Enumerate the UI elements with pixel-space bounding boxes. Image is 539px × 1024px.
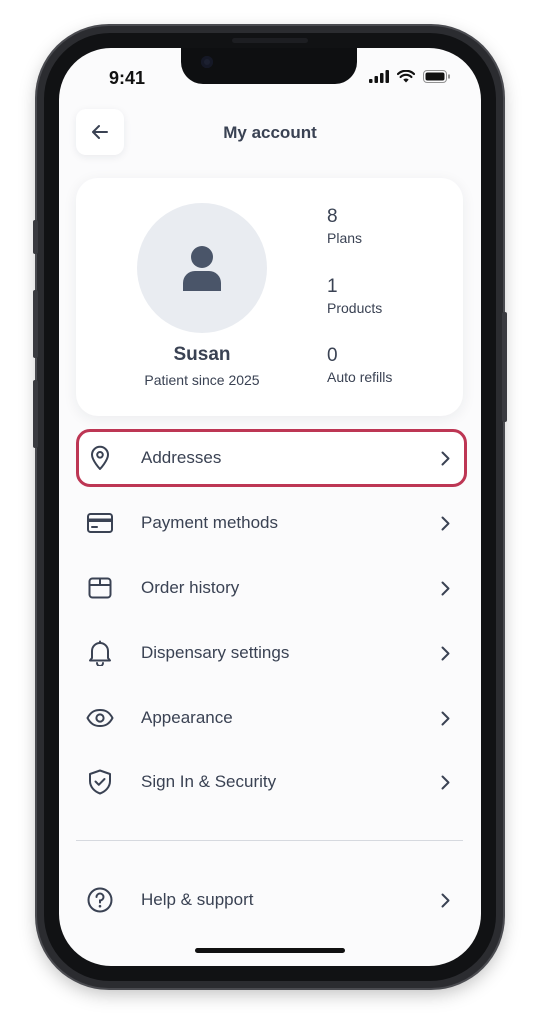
box-icon <box>86 574 114 602</box>
menu-item-order-history[interactable]: Order history <box>76 559 467 617</box>
eye-icon <box>86 704 114 732</box>
stat-label: Plans <box>327 230 363 246</box>
stat-label: Auto refills <box>327 369 393 385</box>
profile-name: Susan <box>173 344 231 365</box>
stat-plans: 8 Plans <box>327 206 362 246</box>
cellular-signal-icon <box>369 70 389 83</box>
camera-icon <box>201 56 213 68</box>
chevron-right-icon <box>437 774 453 790</box>
chevron-right-icon <box>437 645 453 661</box>
section-divider <box>76 840 463 841</box>
notch <box>181 48 357 84</box>
app-screen: 9:41 My account Susan Patient since 2025… <box>59 48 481 966</box>
earpiece-speaker <box>232 38 308 43</box>
menu-label: Payment methods <box>141 513 279 532</box>
patient-since: Patient since 2025 <box>144 372 260 388</box>
location-pin-icon <box>86 444 114 472</box>
volume-up-button <box>33 290 38 358</box>
menu-label: Sign In & Security <box>141 772 277 791</box>
chevron-right-icon <box>437 450 453 466</box>
menu-label: Help & support <box>141 890 254 909</box>
bell-icon <box>86 639 114 667</box>
status-icons <box>369 70 451 83</box>
volume-down-button <box>33 380 38 448</box>
menu-item-help-support[interactable]: Help & support <box>76 871 467 929</box>
stat-products: 1 Products <box>327 276 382 316</box>
menu-item-dispensary-settings[interactable]: Dispensary settings <box>76 624 467 682</box>
menu-label: Addresses <box>141 448 222 467</box>
shield-check-icon <box>86 768 114 796</box>
help-circle-icon <box>86 886 114 914</box>
battery-icon <box>423 70 450 83</box>
wifi-icon <box>397 70 415 83</box>
menu-label: Order history <box>141 578 240 597</box>
menu-item-addresses[interactable]: Addresses <box>76 429 467 487</box>
menu-label: Appearance <box>141 708 233 727</box>
profile-card: Susan Patient since 2025 8 Plans 1 Produ… <box>76 178 463 416</box>
menu-item-payment-methods[interactable]: Payment methods <box>76 494 467 552</box>
action-button <box>33 220 38 254</box>
stat-value: 8 <box>327 206 338 227</box>
chevron-right-icon <box>437 710 453 726</box>
user-icon <box>183 246 221 291</box>
credit-card-icon <box>86 509 114 537</box>
status-time: 9:41 <box>109 68 146 88</box>
menu-item-sign-in-security[interactable]: Sign In & Security <box>76 753 467 811</box>
stat-value: 0 <box>327 345 338 366</box>
stat-auto-refills: 0 Auto refills <box>327 345 392 385</box>
chevron-right-icon <box>437 515 453 531</box>
home-indicator[interactable] <box>195 948 345 953</box>
menu-label: Dispensary settings <box>141 643 290 662</box>
avatar[interactable] <box>137 203 267 333</box>
chevron-right-icon <box>437 892 453 908</box>
power-button <box>502 312 507 422</box>
chevron-right-icon <box>437 580 453 596</box>
stat-label: Products <box>327 300 383 316</box>
stat-value: 1 <box>327 276 338 297</box>
page-title: My account <box>223 123 317 142</box>
menu-item-appearance[interactable]: Appearance <box>76 689 467 747</box>
